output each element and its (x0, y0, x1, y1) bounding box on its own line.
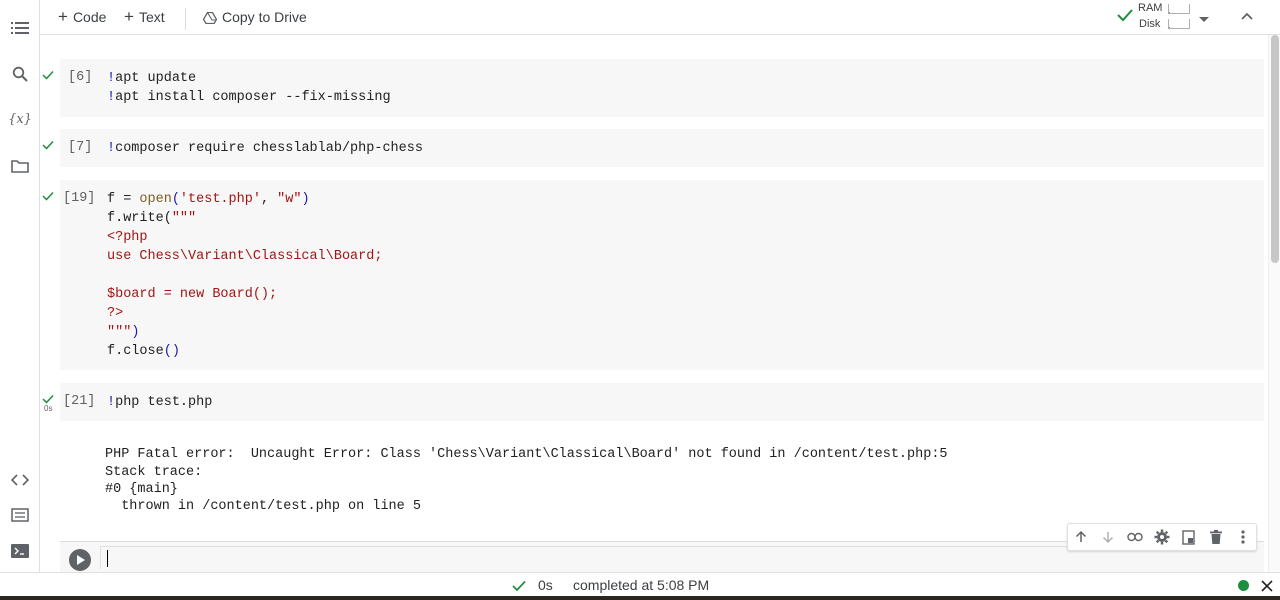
mirror-cell-icon[interactable] (1181, 529, 1197, 545)
output-line: PHP Fatal error: Uncaught Error: Class '… (105, 447, 948, 462)
ram-usage-fill (1169, 12, 1170, 13)
code-line: use Chess\Variant\Classical\Board; (107, 249, 383, 264)
cell-duration: 0s (44, 404, 53, 413)
ram-label: RAM (1138, 2, 1163, 14)
connection-status-dot (1238, 580, 1249, 591)
code-string: 'test.php' (179, 192, 261, 207)
execution-count: [6] (68, 70, 93, 85)
code-snippets-icon[interactable] (10, 470, 30, 490)
status-duration: 0s (538, 577, 553, 593)
add-code-label: Code (72, 9, 107, 25)
shell-bang: ! (107, 395, 116, 410)
code-text: apt install composer --fix-missing (115, 90, 391, 105)
code-paren: ) (301, 192, 310, 207)
run-success-check-icon[interactable] (42, 188, 56, 206)
code-line: !apt install composer --fix-missing (107, 88, 391, 107)
status-text: completed at 5:08 PM (573, 577, 710, 593)
link-icon[interactable] (1127, 529, 1143, 545)
settings-icon[interactable] (1154, 529, 1170, 545)
code-line: !apt update (107, 69, 196, 88)
code-line: """) (107, 323, 139, 342)
folder-icon[interactable] (10, 156, 30, 176)
window-edge (0, 596, 1280, 600)
code-cell[interactable] (60, 383, 1264, 421)
code-text: f = (107, 192, 140, 207)
output-line: Stack trace: (105, 465, 203, 480)
code-line: $board = new Board(); (107, 287, 278, 302)
cell-toolbar (1067, 523, 1257, 551)
plus-icon: + (124, 7, 134, 26)
code-paren: () (163, 344, 180, 359)
code-text: f.write( (107, 211, 172, 226)
status-check-icon (512, 579, 526, 597)
code-function: open (139, 192, 172, 207)
search-icon[interactable] (10, 64, 30, 84)
move-up-icon[interactable] (1073, 529, 1089, 545)
execution-count: [7] (68, 140, 93, 155)
code-text: , (260, 192, 278, 207)
add-text-label: Text (138, 9, 165, 25)
move-down-icon[interactable] (1100, 529, 1116, 545)
run-success-check-icon[interactable] (42, 67, 56, 85)
output-line: thrown in /content/test.php on line 5 (105, 499, 421, 514)
scrollbar-thumb[interactable] (1271, 35, 1279, 263)
copy-to-drive-button[interactable]: Copy to Drive (203, 7, 307, 27)
shell-bang: ! (107, 90, 116, 105)
runtime-dropdown-icon[interactable] (1198, 11, 1210, 29)
code-line: ?> (107, 306, 124, 321)
code-string: """ (171, 211, 197, 226)
left-sidebar: {x} (0, 0, 40, 572)
disk-label: Disk (1139, 18, 1161, 30)
code-line: <?php (107, 230, 148, 245)
variables-icon[interactable]: {x} (8, 109, 32, 129)
code-string: """ (107, 325, 132, 340)
code-line: f.write(""" (107, 209, 196, 228)
connected-check-icon (1117, 8, 1133, 27)
collapse-header-icon[interactable] (1239, 8, 1255, 29)
status-bar: 0s completed at 5:08 PM (0, 572, 1280, 597)
notebook-toolbar: + Code + Text Copy to Drive RAM Disk (40, 0, 1280, 35)
delete-icon[interactable] (1208, 529, 1224, 545)
code-text: composer require chesslablab/php-chess (115, 141, 423, 156)
plus-icon: + (58, 7, 68, 26)
drive-icon (203, 12, 217, 24)
vertical-scrollbar[interactable] (1268, 35, 1280, 572)
execution-count: [21] (63, 394, 96, 409)
code-line: f = open('test.php', "w") (107, 190, 310, 209)
code-line: f.close() (107, 342, 180, 361)
add-code-button[interactable]: + Code (58, 7, 106, 27)
table-of-contents-icon[interactable] (10, 18, 30, 38)
shell-bang: ! (107, 141, 116, 156)
code-text: f.close (107, 344, 164, 359)
code-line: !composer require chesslablab/php-chess (107, 139, 423, 158)
text-cursor (107, 550, 108, 567)
code-string: "w" (277, 192, 302, 207)
command-palette-icon[interactable] (10, 505, 30, 525)
disk-usage-fill (1169, 27, 1170, 28)
code-text: apt update (115, 71, 197, 86)
execution-count: [19] (63, 191, 96, 206)
ram-usage-bar[interactable] (1168, 4, 1190, 14)
run-cell-button[interactable] (69, 549, 91, 571)
code-paren: ( (171, 192, 180, 207)
shell-bang: ! (107, 71, 116, 86)
code-line: !php test.php (107, 393, 212, 412)
add-text-button[interactable]: + Text (124, 7, 165, 27)
code-text: php test.php (115, 395, 213, 410)
run-success-check-icon[interactable] (42, 137, 56, 155)
toolbar-divider (185, 8, 186, 30)
code-paren: ) (131, 325, 140, 340)
terminal-icon[interactable] (10, 541, 30, 561)
close-icon[interactable] (1261, 579, 1273, 597)
disk-usage-bar[interactable] (1168, 19, 1190, 29)
more-vert-icon[interactable] (1235, 529, 1251, 545)
output-line: #0 {main} (105, 482, 178, 497)
copy-to-drive-label: Copy to Drive (222, 9, 307, 25)
